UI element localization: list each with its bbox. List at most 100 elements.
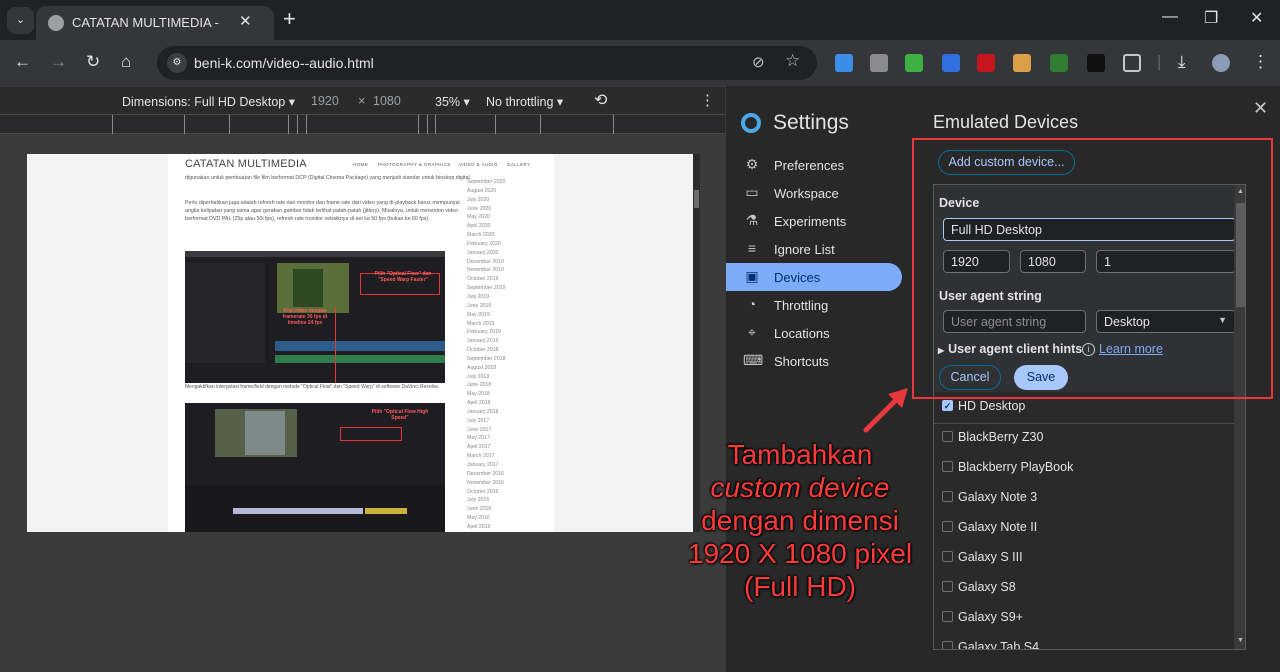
shield-extension-icon[interactable]: [870, 54, 888, 72]
device-checkbox[interactable]: [942, 611, 953, 622]
add-custom-device-button[interactable]: Add custom device...: [938, 150, 1075, 175]
device-list-item[interactable]: Galaxy Note 3: [934, 483, 1234, 513]
client-hints-toggle[interactable]: ▶ User agent client hints: [938, 342, 1082, 356]
device-toolbar-more-icon[interactable]: ⋮: [700, 91, 715, 109]
zoom-dropdown[interactable]: 35% ▾: [435, 94, 470, 109]
eye-off-icon[interactable]: ⊘: [752, 53, 765, 71]
restore-button[interactable]: ❐: [1204, 8, 1218, 28]
face-extension-icon[interactable]: [1087, 54, 1105, 72]
device-list-item[interactable]: BlackBerry Z30: [934, 423, 1234, 453]
archive-link[interactable]: November 2016: [467, 479, 527, 488]
cancel-button[interactable]: Cancel: [939, 365, 1001, 390]
dimensions-dropdown[interactable]: Dimensions: Full HD Desktop ▾: [122, 94, 295, 109]
acrobat-extension-icon[interactable]: [977, 54, 995, 72]
scroll-up-icon[interactable]: ▲: [1237, 188, 1244, 195]
archive-link[interactable]: February 2020: [467, 240, 527, 249]
download-circle-extension-icon[interactable]: [1050, 54, 1068, 72]
archive-link[interactable]: July 2016: [467, 496, 527, 505]
sidebar-item-locations[interactable]: ⌖ Locations: [726, 319, 902, 347]
archive-link[interactable]: May 2017: [467, 434, 527, 443]
archive-link[interactable]: April 2017: [467, 443, 527, 452]
archive-link[interactable]: March 2019: [467, 320, 527, 329]
profile-avatar[interactable]: [1212, 54, 1230, 72]
archive-link[interactable]: September 2020: [467, 178, 527, 187]
media-query-ruler[interactable]: [0, 114, 725, 134]
sidebar-item-preferences[interactable]: ⚙ Preferences: [726, 151, 902, 179]
device-list-item[interactable]: Galaxy S8: [934, 573, 1234, 603]
page-scrollbar-thumb[interactable]: [694, 190, 699, 208]
device-list-scrollbar-thumb[interactable]: [1236, 203, 1245, 307]
archive-link[interactable]: March 2017: [467, 452, 527, 461]
idm-extension-icon[interactable]: [905, 54, 923, 72]
emulated-page[interactable]: CATATAN MULTIMEDIA HOME PHOTOGRAPHY & GR…: [27, 154, 693, 532]
archive-link[interactable]: November 2019: [467, 266, 527, 275]
archive-link[interactable]: December 2016: [467, 470, 527, 479]
archive-link[interactable]: January 2019: [467, 337, 527, 346]
device-list-scrollbar[interactable]: ▲ ▼: [1234, 185, 1245, 649]
close-window-button[interactable]: ✕: [1250, 8, 1263, 28]
device-list-item[interactable]: Galaxy Note II: [934, 513, 1234, 543]
archive-link[interactable]: January 2017: [467, 461, 527, 470]
throttling-dropdown[interactable]: No throttling ▾: [486, 94, 563, 109]
reload-button[interactable]: ↻: [86, 52, 100, 72]
device-list-item[interactable]: Galaxy S9+: [934, 603, 1234, 633]
device-list-item[interactable]: ✓ HD Desktop: [934, 392, 1234, 422]
archive-link[interactable]: January 2018: [467, 408, 527, 417]
device-height-input[interactable]: 1080: [1020, 250, 1086, 273]
sidebar-item-ignore-list[interactable]: ≡ Ignore List: [726, 235, 902, 263]
rotate-icon[interactable]: ⟲: [594, 90, 607, 110]
archive-link[interactable]: May 2020: [467, 213, 527, 222]
device-pixel-ratio-input[interactable]: 1: [1096, 250, 1236, 273]
archive-link[interactable]: August 2020: [467, 187, 527, 196]
height-field[interactable]: 1080: [373, 94, 401, 108]
archive-link[interactable]: June 2017: [467, 426, 527, 435]
device-list-item[interactable]: Galaxy Tab S4: [934, 633, 1234, 649]
puzzle-extensions-icon[interactable]: [1123, 54, 1141, 72]
tab-search-button[interactable]: ⌄: [7, 7, 34, 34]
save-button[interactable]: Save: [1014, 365, 1068, 390]
user-agent-type-select[interactable]: Desktop ▼: [1096, 310, 1236, 333]
blue-shield-extension-icon[interactable]: [942, 54, 960, 72]
user-agent-input[interactable]: User agent string: [943, 310, 1086, 333]
archive-link[interactable]: June 2016: [467, 505, 527, 514]
browser-tab[interactable]: CATATAN MULTIMEDIA - Video & Audio ✕: [36, 6, 274, 40]
width-field[interactable]: 1920: [311, 94, 339, 108]
minimize-button[interactable]: —: [1162, 8, 1178, 26]
scroll-down-icon[interactable]: ▼: [1237, 637, 1244, 644]
tab-close-icon[interactable]: ✕: [239, 12, 252, 30]
device-checkbox[interactable]: ✓: [942, 400, 953, 411]
learn-more-link[interactable]: Learn more: [1099, 342, 1163, 356]
archive-link[interactable]: October 2016: [467, 488, 527, 497]
device-width-input[interactable]: 1920: [943, 250, 1010, 273]
device-list-item[interactable]: Galaxy S III: [934, 543, 1234, 573]
sidebar-item-devices[interactable]: ▣ Devices: [726, 263, 902, 291]
archive-link[interactable]: September 2019: [467, 284, 527, 293]
sidebar-item-experiments[interactable]: ⚗ Experiments: [726, 207, 902, 235]
archive-link[interactable]: April 2018: [467, 399, 527, 408]
new-tab-button[interactable]: +: [283, 6, 296, 32]
archive-link[interactable]: June 2019: [467, 302, 527, 311]
archive-link[interactable]: October 2018: [467, 346, 527, 355]
home-button[interactable]: ⌂: [121, 52, 131, 72]
archive-link[interactable]: April 2016: [467, 523, 527, 532]
nav-home[interactable]: HOME: [353, 162, 368, 167]
archive-link[interactable]: January 2020: [467, 249, 527, 258]
back-button[interactable]: ←: [14, 52, 31, 72]
archive-link[interactable]: July 2018: [467, 373, 527, 382]
archive-link[interactable]: December 2019: [467, 258, 527, 267]
nav-photography[interactable]: PHOTOGRAPHY & GRAPHICS: [378, 162, 451, 167]
info-icon[interactable]: i: [1082, 343, 1095, 356]
nav-gallery[interactable]: GALLERY: [507, 162, 530, 167]
address-bar[interactable]: ⚙ beni-k.com/video--audio.html ⊘ ☆: [157, 46, 817, 80]
sidebar-item-workspace[interactable]: ▭ Workspace: [726, 179, 902, 207]
archive-link[interactable]: April 2020: [467, 222, 527, 231]
bookmark-star-icon[interactable]: ☆: [785, 51, 800, 71]
archive-link[interactable]: June 2020: [467, 205, 527, 214]
download-icon[interactable]: ⤓: [1178, 52, 1186, 72]
cookie-extension-icon[interactable]: [1013, 54, 1031, 72]
url-text[interactable]: beni-k.com/video--audio.html: [194, 55, 374, 71]
device-checkbox[interactable]: [942, 641, 953, 649]
menu-kebab-icon[interactable]: ⋮: [1252, 52, 1269, 72]
nav-video-audio[interactable]: VIDEO & AUDIO: [459, 162, 498, 167]
archive-link[interactable]: June 2018: [467, 381, 527, 390]
